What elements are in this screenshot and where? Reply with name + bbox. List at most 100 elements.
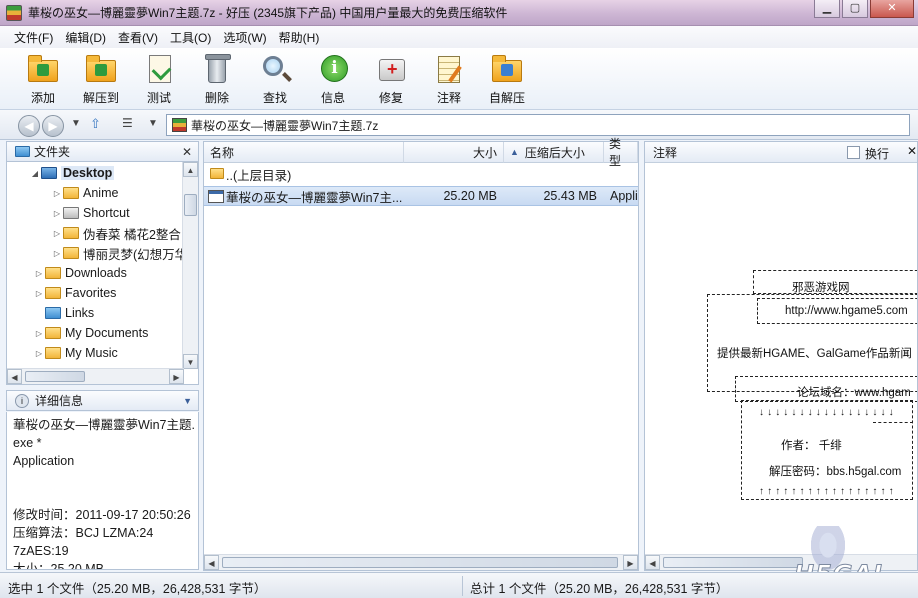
comment-pane: 注释 换行 ✕ 邪恶游戏网 http://www.hgame5.com 提供最新… <box>644 141 918 571</box>
tree-item-links[interactable]: Links <box>33 303 94 323</box>
scroll-right-arrow-icon[interactable]: ▶ <box>169 369 184 384</box>
comment-button[interactable]: 注释 <box>420 48 478 108</box>
tree-hscroll-thumb[interactable] <box>25 371 85 382</box>
column-header-name[interactable]: 名称 <box>204 142 404 163</box>
view-dropdown-icon[interactable]: ▼ <box>148 118 158 129</box>
detail-pane-header[interactable]: i 详细信息 ▼ <box>6 390 199 411</box>
comment-pane-title: 注释 <box>653 145 678 160</box>
art-line-url: http://www.hgame5.com <box>785 305 908 317</box>
add-folder-icon <box>26 54 60 84</box>
detail-filename: 華桜の巫女—博麗靈夢Win7主题. <box>13 418 195 432</box>
wrap-checkbox[interactable] <box>847 146 860 159</box>
up-folder-icon[interactable]: ⇧ <box>90 116 101 132</box>
file-name: 華桜の巫女—博麗靈夢Win7主... <box>226 190 402 205</box>
art-arrows-up: ↑↑↑↑↑↑↑↑↑↑↑↑↑↑↑↑↑ <box>759 486 897 497</box>
file-row-parent[interactable]: ..(上层目录) <box>204 164 638 184</box>
address-path: 華桜の巫女—博麗靈夢Win7主题.7z <box>191 118 379 133</box>
file-row-selected[interactable]: 華桜の巫女—博麗靈夢Win7主... 25.20 MB 25.43 MB App… <box>204 186 638 206</box>
test-check-icon <box>142 54 176 84</box>
expand-arrow-icon[interactable]: ▷ <box>51 189 63 198</box>
scroll-left-arrow-icon[interactable]: ◀ <box>204 555 219 570</box>
tree-item-favorites[interactable]: ▷ Favorites <box>33 283 116 303</box>
detail-size: 大小：25.20 MB <box>13 562 105 570</box>
folder-icon <box>63 247 79 259</box>
tree-item-folder-3[interactable]: ▷ 伪春菜 橘花2整合 <box>51 223 181 243</box>
find-button[interactable]: 查找 <box>246 48 304 108</box>
menu-help[interactable]: 帮助(H) <box>273 27 326 48</box>
tree-item-folder-4[interactable]: ▷ 博丽灵梦(幻想万华 <box>51 243 187 263</box>
comment-pane-header: 注释 换行 ✕ <box>645 142 917 163</box>
delete-button[interactable]: 删除 <box>188 48 246 108</box>
self-extract-folder-icon <box>490 54 524 84</box>
forward-button[interactable]: ▶ <box>42 115 64 137</box>
expand-arrow-icon[interactable]: ▷ <box>33 349 45 358</box>
art-line-site-name: 邪恶游戏网 <box>792 282 850 294</box>
tree-item-shortcut[interactable]: ▷ Shortcut <box>51 203 130 223</box>
status-total: 总计 1 个文件（25.20 MB，26,428,531 字节） <box>470 582 729 596</box>
scroll-left-arrow-icon[interactable]: ◀ <box>645 555 660 570</box>
comment-pane-close-icon[interactable]: ✕ <box>907 144 917 158</box>
expand-arrow-icon[interactable]: ▷ <box>33 269 45 278</box>
view-mode-icon[interactable]: ☰ <box>122 116 133 130</box>
folder-pane-icon <box>15 146 30 157</box>
self-extract-button[interactable]: 自解压 <box>478 48 536 108</box>
tree-vertical-scrollbar[interactable]: ▲ ▼ <box>182 162 198 369</box>
expand-arrow-icon[interactable]: ▷ <box>51 209 63 218</box>
test-button[interactable]: 测试 <box>130 48 188 108</box>
comment-hscroll-thumb[interactable] <box>663 557 803 568</box>
menu-file[interactable]: 文件(F) <box>8 27 59 48</box>
list-horizontal-scrollbar[interactable]: ◀ ▶ <box>204 554 638 570</box>
history-dropdown-icon[interactable]: ▼ <box>71 118 81 129</box>
tree-horizontal-scrollbar[interactable]: ◀ ▶ <box>7 368 184 384</box>
expand-arrow-icon[interactable]: ▷ <box>51 249 63 258</box>
tree-item-anime[interactable]: ▷ Anime <box>51 183 119 203</box>
tree-item-downloads[interactable]: ▷ Downloads <box>33 263 127 283</box>
folder-icon <box>45 287 61 299</box>
column-header-size[interactable]: 大小 <box>404 142 504 163</box>
window-title: 華桜の巫女—博麗靈夢Win7主题.7z - 好压 (2345旗下产品) 中国用户… <box>28 6 508 20</box>
repair-button[interactable]: 修复 <box>362 48 420 108</box>
menu-edit[interactable]: 编辑(D) <box>59 27 112 48</box>
art-line-desc: 提供最新HGAME、GalGame作品新闻 <box>717 348 912 360</box>
expand-arrow-icon[interactable]: ▷ <box>33 329 45 338</box>
scroll-up-arrow-icon[interactable]: ▲ <box>183 162 198 177</box>
self-extract-label: 自解压 <box>488 91 525 105</box>
magnifier-icon <box>258 54 292 84</box>
expand-arrow-icon[interactable]: ▷ <box>51 229 63 238</box>
menu-tools[interactable]: 工具(O) <box>164 27 217 48</box>
file-size: 25.20 MB <box>443 189 497 203</box>
column-header-type[interactable]: 类型 <box>604 137 638 168</box>
folder-pane-close-icon[interactable]: ✕ <box>182 145 192 159</box>
info-icon: i <box>316 54 350 84</box>
collapse-arrow-icon[interactable]: ◢ <box>29 169 41 178</box>
detail-spacer <box>13 470 192 488</box>
tree-item-desktop[interactable]: ◢ Desktop <box>29 163 115 183</box>
list-hscroll-thumb[interactable] <box>222 557 618 568</box>
info-button[interactable]: i 信息 <box>304 48 362 108</box>
scroll-right-arrow-icon[interactable]: ▶ <box>623 555 638 570</box>
minimize-button[interactable]: ▁ <box>814 0 840 18</box>
folder-icon <box>45 327 61 339</box>
collapse-chevron-icon[interactable]: ▼ <box>183 396 192 406</box>
tree-item-my-music[interactable]: ▷ My Music <box>33 343 118 363</box>
scroll-left-arrow-icon[interactable]: ◀ <box>7 369 22 384</box>
detail-filename-cont: exe * <box>13 436 42 450</box>
close-button[interactable]: ✕ <box>870 0 914 18</box>
folder-pane-header: 文件夹 ✕ <box>6 141 199 162</box>
sort-up-icon: ▲ <box>510 147 519 157</box>
expand-arrow-icon[interactable]: ▷ <box>33 289 45 298</box>
tree-scroll-thumb[interactable] <box>184 194 197 216</box>
column-header-packed[interactable]: ▲ 压缩后大小 <box>504 142 604 163</box>
menu-options[interactable]: 选项(W) <box>217 27 272 48</box>
add-button[interactable]: 添加 <box>14 48 72 108</box>
scroll-down-arrow-icon[interactable]: ▼ <box>183 354 198 369</box>
address-toolbar: ◀ ▶ ▼ ⇧ ☰ ▼ 華桜の巫女—博麗靈夢Win7主题.7z <box>0 110 918 140</box>
address-field[interactable]: 華桜の巫女—博麗靈夢Win7主题.7z <box>166 114 910 136</box>
extract-to-button[interactable]: 解压到 <box>72 48 130 108</box>
tree-item-my-documents[interactable]: ▷ My Documents <box>33 323 148 343</box>
detail-modified: 修改时间：2011-09-17 20:50:26 <box>13 508 191 522</box>
file-list: 名称 大小 ▲ 压缩后大小 类型 ..(上层目录) 華桜の巫女—博麗靈夢Win7… <box>203 137 639 571</box>
maximize-button[interactable]: ▢ <box>842 0 868 18</box>
back-button[interactable]: ◀ <box>18 115 40 137</box>
menu-view[interactable]: 查看(V) <box>112 27 164 48</box>
